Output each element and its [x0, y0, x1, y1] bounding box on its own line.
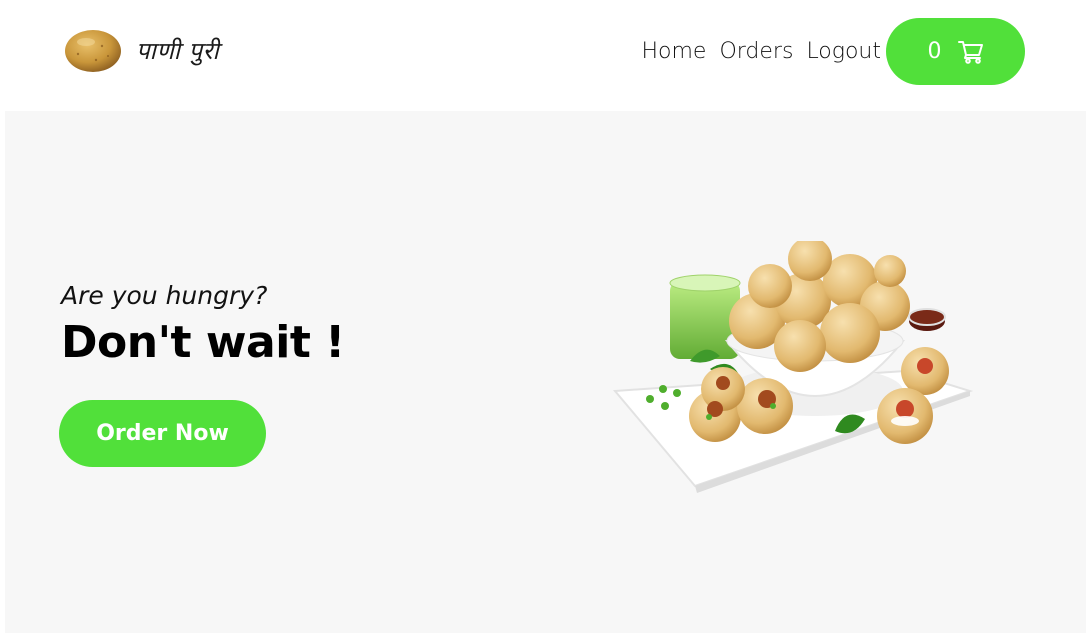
hero-section: Are you hungry? Don't wait ! Order Now — [5, 111, 1086, 633]
brand-name: पाणी पुरी — [136, 36, 220, 65]
nav-links: Home Orders Logout — [641, 36, 881, 68]
brand-link[interactable]: पाणी पुरी — [64, 26, 219, 74]
hero-title: Don't wait ! — [61, 317, 345, 368]
nav-link-home[interactable]: Home — [641, 36, 706, 68]
pani-puri-platter-image — [612, 241, 974, 493]
cart-button[interactable]: 0 — [886, 18, 1025, 85]
pani-puri-logo-icon — [65, 30, 121, 72]
hero-subtitle: Are you hungry? — [61, 281, 268, 310]
navbar: पाणी पुरी Home Orders Logout 0 — [0, 0, 1087, 110]
cart-count: 0 — [927, 39, 942, 64]
order-now-button[interactable]: Order Now — [59, 400, 266, 467]
shopping-cart-icon — [957, 40, 984, 64]
nav-link-logout[interactable]: Logout — [806, 36, 881, 68]
nav-link-orders[interactable]: Orders — [719, 36, 793, 68]
